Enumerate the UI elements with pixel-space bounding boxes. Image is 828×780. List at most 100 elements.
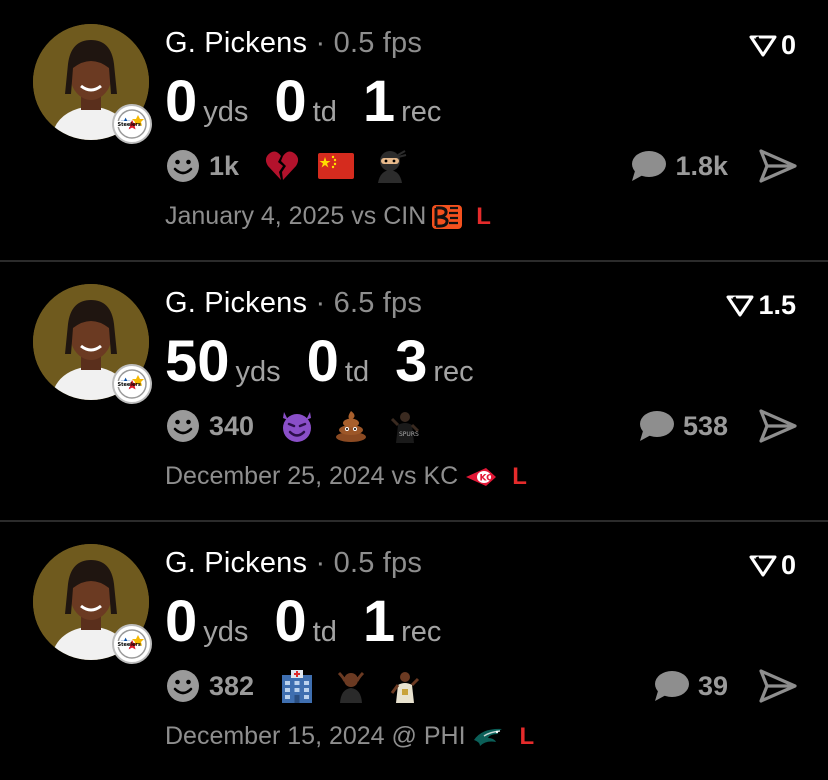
send-arrow-icon[interactable] [758,408,798,444]
yards-value: 0 [165,589,198,654]
touchdowns-value: 0 [306,329,339,394]
bengals-logo [432,204,463,229]
separator-dot: · [315,27,326,59]
touchdowns-value: 0 [274,69,307,134]
stat-line: 0 yds 0 td 1 rec [165,590,467,654]
svg-text:Steelers: Steelers [118,642,141,648]
player-name[interactable]: G. Pickens [165,547,307,579]
separator-dot: · [315,547,326,579]
yards-value: 50 [165,329,230,394]
post-header: G. Pickens · 6.5 fps [165,287,422,320]
comments-button[interactable]: 1.8k [629,146,728,186]
separator-dot: · [315,287,326,319]
line-value: 1.5 [758,290,796,320]
chiefs-logo: KC [464,466,498,488]
line-filter-icon [749,555,777,576]
feed: Steelers G. Pickens · 0.5 fps 0 0 yds 0 … [0,0,828,774]
steelers-logo-icon: Steelers [117,369,147,399]
send-arrow-icon[interactable] [758,668,798,704]
game-result: L [512,462,527,490]
receptions-unit: rec [401,616,442,648]
reaction-count[interactable]: 340 [209,411,254,442]
line-badge[interactable]: 1.5 [726,290,796,321]
comment-count: 538 [682,410,728,441]
fps-value: 6.5 fps [333,287,423,319]
ninja-emoji[interactable] [371,147,409,185]
receptions-value: 1 [362,589,396,654]
touchdowns-unit: td [312,616,337,648]
chat-bubble-icon [632,151,667,181]
yards-unit: yds [235,356,281,388]
matchup[interactable]: vs CIN [351,202,426,231]
yards-unit: yds [203,616,249,648]
game-date: December 15, 2024 [165,722,385,750]
matchup[interactable]: vs KC [392,462,459,491]
steelers-logo-badge: Steelers [112,364,152,404]
line-badge[interactable]: 0 [749,550,796,581]
player-photo-emoji[interactable]: SPURS [386,407,424,445]
game-info: December 15, 2024 @ PHI L [165,722,534,751]
game-info: December 25, 2024 vs KC KC L [165,462,527,491]
game-result: L [476,202,491,230]
svg-text:KC: KC [480,473,494,483]
smiley-face-icon[interactable] [165,408,201,444]
yards-unit: yds [203,96,249,128]
fps-value: 0.5 fps [333,27,423,59]
smiley-face-icon[interactable] [165,148,201,184]
fps-value: 0.5 fps [333,547,423,579]
matchup[interactable]: @ PHI [392,722,466,751]
steelers-logo-icon: Steelers [117,629,147,659]
hospital-emoji[interactable] [278,667,316,705]
reaction-count[interactable]: 382 [209,671,254,702]
steelers-logo-icon: Steelers [117,109,147,139]
china-flag-emoji[interactable] [317,147,355,185]
line-filter-icon [749,35,777,56]
smiling-devil-emoji[interactable] [278,407,316,445]
svg-text:Steelers: Steelers [118,382,141,388]
post-card[interactable]: Steelers G. Pickens · 0.5 fps 0 0 yds 0 … [0,0,828,260]
post-header: G. Pickens · 0.5 fps [165,547,422,580]
player-photo-emoji[interactable] [386,667,424,705]
receptions-value: 1 [362,69,396,134]
receptions-value: 3 [395,329,428,394]
facepalm-person-emoji[interactable] [332,667,370,705]
chat-bubble-icon [639,411,674,441]
game-info: January 4, 2025 vs CIN L [165,202,491,231]
touchdowns-unit: td [312,96,337,128]
receptions-unit: rec [401,96,442,128]
chat-bubble-icon [654,671,689,701]
game-date: December 25, 2024 [165,462,385,490]
reaction-bar: 382 [165,666,440,706]
comments-button[interactable]: 39 [652,666,728,706]
svg-text:Steelers: Steelers [118,122,141,128]
reaction-bar: 340 SPURS [165,406,440,446]
eagles-logo [472,726,506,748]
game-date: January 4, 2025 [165,202,345,230]
line-value: 0 [780,550,796,580]
comment-count: 39 [697,670,728,701]
steelers-logo-badge: Steelers [112,624,152,664]
smiley-face-icon[interactable] [165,668,201,704]
svg-text:SPURS: SPURS [399,431,419,438]
poop-emoji[interactable] [332,407,370,445]
post-header: G. Pickens · 0.5 fps [165,27,422,60]
stat-line: 50 yds 0 td 3 rec [165,330,500,394]
touchdowns-value: 0 [274,589,307,654]
send-arrow-icon[interactable] [758,148,798,184]
broken-heart-emoji[interactable] [263,147,301,185]
touchdowns-unit: td [344,356,370,388]
steelers-logo-badge: Steelers [112,104,152,144]
post-card[interactable]: Steelers G. Pickens · 6.5 fps 1.5 50 yds… [0,260,828,520]
player-name[interactable]: G. Pickens [165,287,307,319]
player-name[interactable]: G. Pickens [165,27,307,59]
reaction-count[interactable]: 1k [209,151,239,182]
stat-line: 0 yds 0 td 1 rec [165,70,467,134]
line-badge[interactable]: 0 [749,30,796,61]
line-filter-icon [726,295,754,316]
receptions-unit: rec [433,356,474,388]
yards-value: 0 [165,69,198,134]
comment-count: 1.8k [675,150,728,181]
reaction-bar: 1k [165,146,425,186]
comments-button[interactable]: 538 [637,406,728,446]
post-card[interactable]: Steelers G. Pickens · 0.5 fps 0 0 yds 0 … [0,520,828,780]
